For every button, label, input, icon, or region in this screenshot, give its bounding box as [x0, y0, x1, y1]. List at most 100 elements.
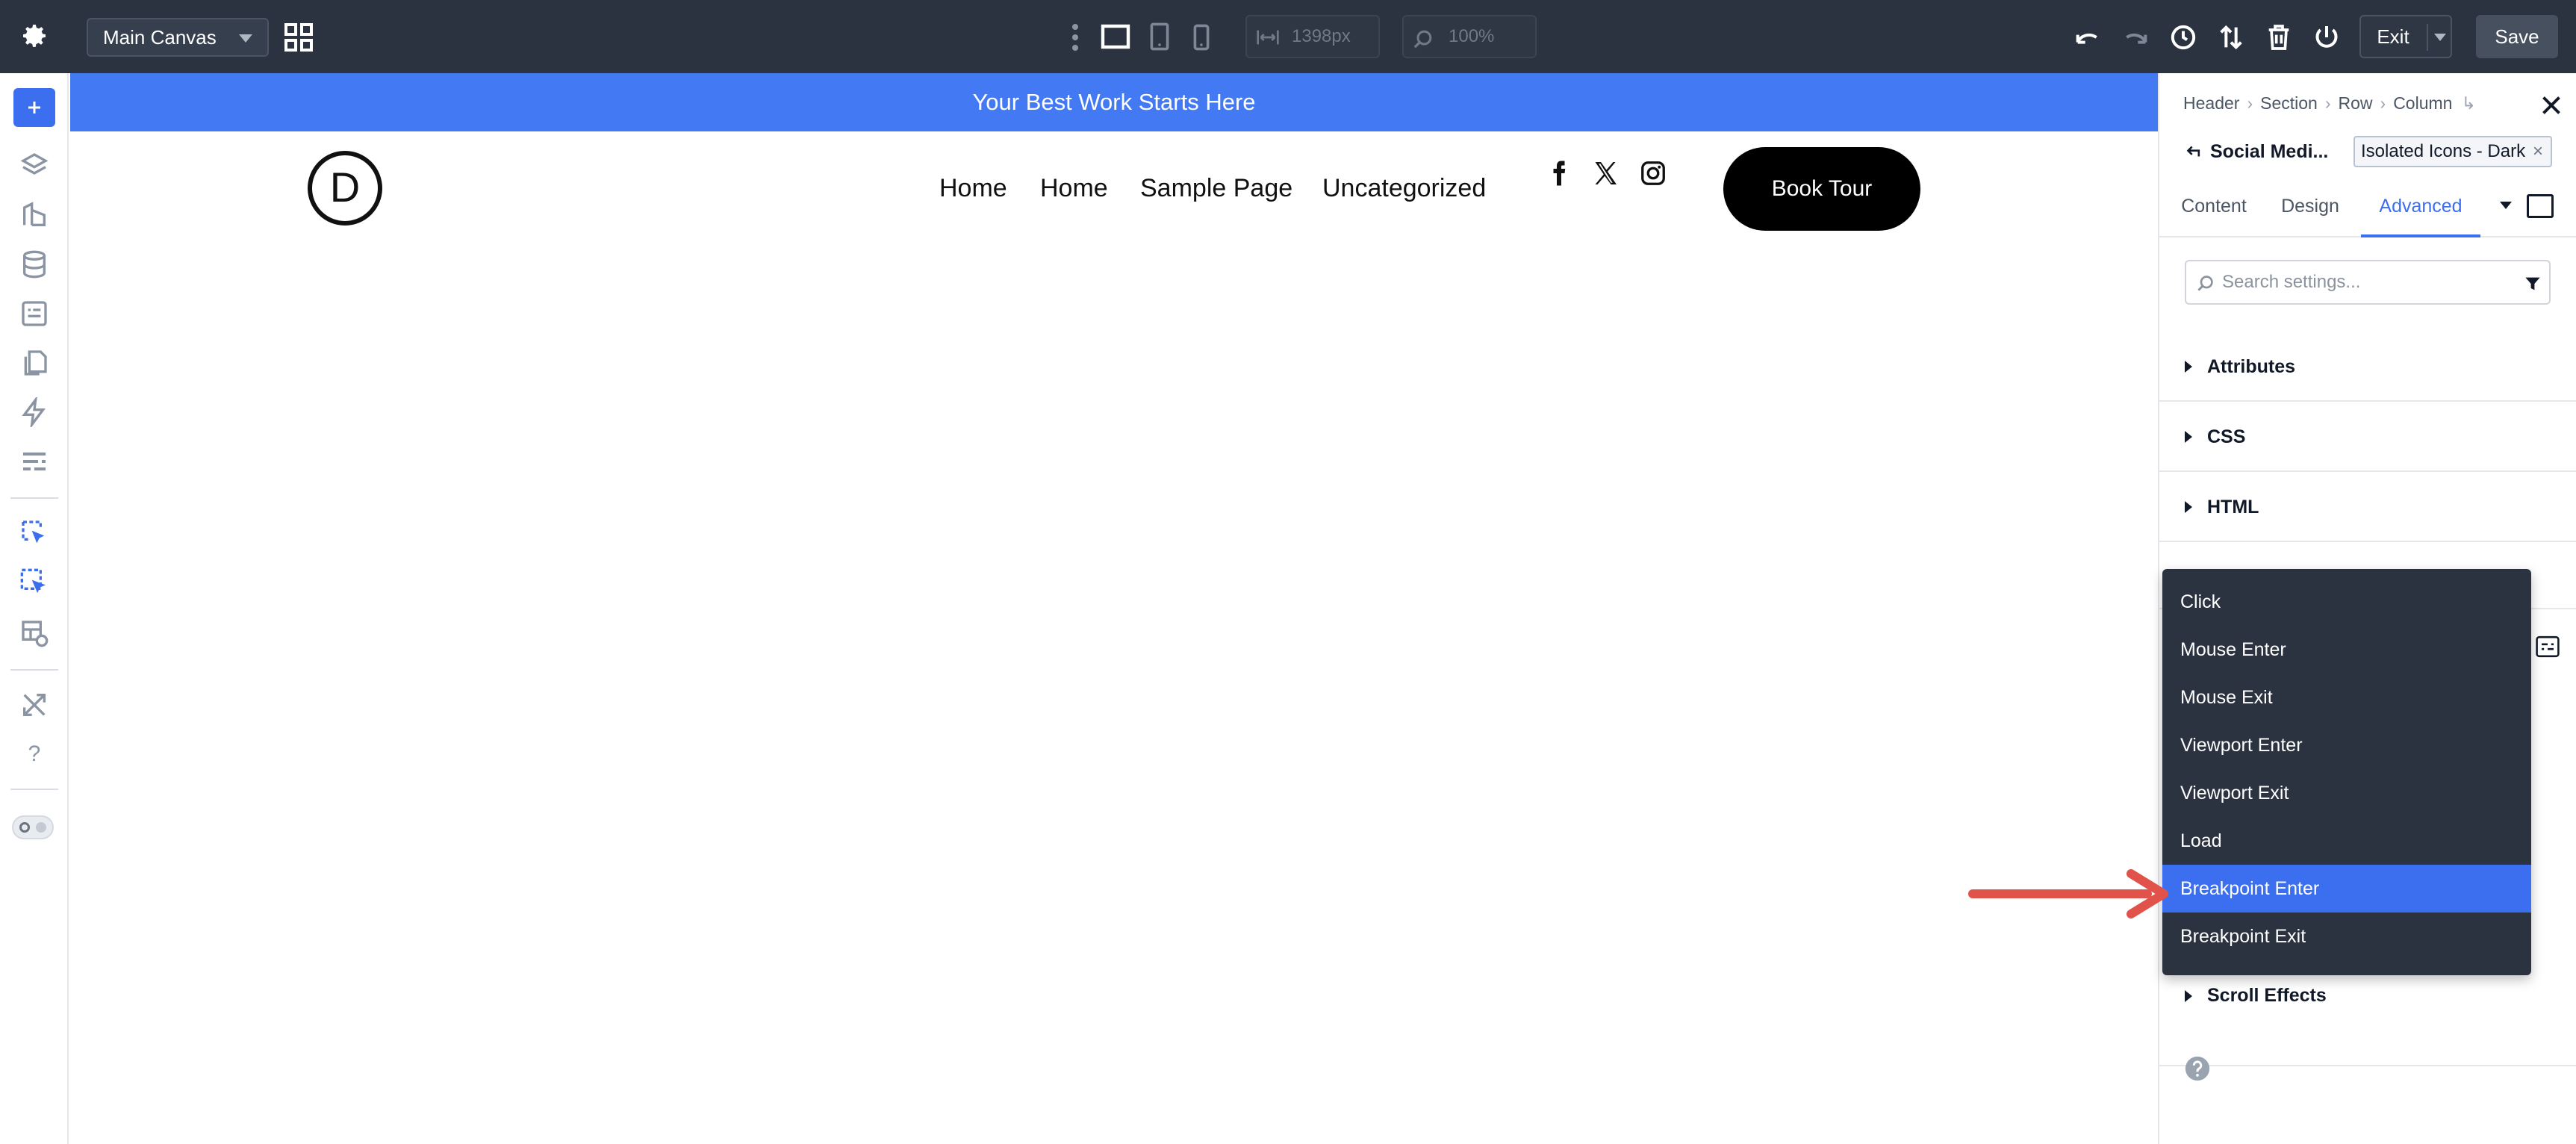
- annotation-arrow-icon: [1968, 869, 2168, 918]
- canvas-select[interactable]: Main Canvas: [87, 18, 269, 57]
- gear-icon[interactable]: [19, 21, 49, 51]
- section-html[interactable]: HTML: [2159, 472, 2576, 542]
- history-icon[interactable]: [2168, 22, 2198, 52]
- exit-button[interactable]: Exit: [2359, 15, 2452, 58]
- sidebar-divider: [10, 497, 58, 499]
- interactions-active-icon[interactable]: [19, 568, 49, 597]
- redo-icon[interactable]: [2121, 22, 2150, 52]
- caret-right-icon: [2185, 501, 2192, 513]
- nav-item-uncategorized[interactable]: Uncategorized: [1322, 169, 1486, 208]
- pages-icon[interactable]: [19, 348, 49, 378]
- more-options-icon[interactable]: [1071, 22, 1080, 52]
- layout-settings-icon[interactable]: [19, 447, 49, 476]
- power-icon[interactable]: [2312, 22, 2342, 52]
- tab-design[interactable]: Design: [2270, 185, 2351, 237]
- tab-content[interactable]: Content: [2173, 185, 2255, 237]
- chevron-right-icon: ›: [2324, 93, 2331, 113]
- help-icon[interactable]: [2185, 1056, 2210, 1081]
- desktop-view-icon[interactable]: [1101, 24, 1130, 49]
- tablet-view-icon[interactable]: [1150, 22, 1169, 51]
- return-arrow-icon[interactable]: ↳: [2461, 88, 2475, 118]
- trash-icon[interactable]: [2264, 22, 2294, 52]
- chevron-right-icon: ›: [2247, 93, 2253, 113]
- trigger-option-breakpoint-enter[interactable]: Breakpoint Enter: [2162, 865, 2531, 913]
- sidebar-divider: [10, 669, 58, 671]
- trigger-option-viewport-exit[interactable]: Viewport Exit: [2162, 769, 2531, 817]
- theme-builder-icon[interactable]: [19, 200, 49, 230]
- zoom-input[interactable]: 100%: [1402, 15, 1537, 58]
- facebook-icon[interactable]: [1546, 160, 1572, 187]
- trigger-option-mouse-enter[interactable]: Mouse Enter: [2162, 626, 2531, 674]
- trigger-option-mouse-exit[interactable]: Mouse Exit: [2162, 674, 2531, 721]
- breadcrumb-header[interactable]: Header: [2183, 88, 2239, 118]
- search-icon: [2197, 276, 2213, 291]
- undo-icon[interactable]: [2073, 22, 2103, 52]
- trigger-option-click[interactable]: Click: [2162, 578, 2531, 626]
- left-sidebar: ?: [0, 73, 69, 1144]
- canvas-width-input[interactable]: 1398px: [1245, 15, 1380, 58]
- caret-right-icon: [2185, 431, 2192, 443]
- close-icon[interactable]: [2540, 94, 2563, 116]
- phone-view-icon[interactable]: [1193, 24, 1210, 51]
- preset-tag-label: Isolated Icons - Dark: [2361, 141, 2526, 161]
- chevron-down-icon[interactable]: [2434, 34, 2446, 41]
- nav-item-sample-page[interactable]: Sample Page: [1140, 169, 1292, 208]
- search-input[interactable]: [2222, 267, 2506, 297]
- trigger-option-load[interactable]: Load: [2162, 817, 2531, 865]
- chevron-down-icon[interactable]: [2500, 202, 2512, 209]
- layers-icon[interactable]: [19, 151, 49, 181]
- database-icon[interactable]: [19, 249, 49, 279]
- tab-advanced[interactable]: Advanced: [2361, 185, 2480, 237]
- chevron-down-icon: [239, 34, 252, 43]
- instagram-icon[interactable]: [1640, 160, 1667, 187]
- import-export-icon[interactable]: [2216, 22, 2246, 52]
- caret-right-icon: [2185, 361, 2192, 373]
- module-header: Social Medi... Isolated Icons - Dark ×: [2183, 134, 2557, 169]
- trigger-option-breakpoint-exit[interactable]: Breakpoint Exit: [2162, 913, 2531, 960]
- section-scroll-effects[interactable]: Scroll Effects: [2159, 985, 2576, 1066]
- breadcrumb-row[interactable]: Row: [2339, 88, 2373, 118]
- trigger-option-viewport-enter[interactable]: Viewport Enter: [2162, 721, 2531, 769]
- settings-list-icon[interactable]: [2534, 635, 2561, 659]
- nav-item-home-2[interactable]: Home: [1040, 169, 1108, 208]
- lightning-icon[interactable]: [19, 397, 49, 427]
- section-css[interactable]: CSS: [2159, 402, 2576, 472]
- nav-item-home[interactable]: Home: [939, 169, 1007, 208]
- breadcrumb-column[interactable]: Column: [2393, 88, 2452, 118]
- section-label: Attributes: [2207, 356, 2296, 377]
- save-button[interactable]: Save: [2476, 15, 2558, 58]
- remove-preset-icon[interactable]: ×: [2533, 137, 2543, 166]
- moon-icon: [36, 822, 46, 833]
- canvas-width-value: 1398px: [1292, 26, 1351, 46]
- modules-library-icon[interactable]: [19, 299, 49, 329]
- grid-view-icon[interactable]: [284, 22, 314, 52]
- back-arrow-icon[interactable]: [2183, 142, 2203, 161]
- template-preview-icon[interactable]: [19, 618, 49, 648]
- tools-icon[interactable]: [19, 690, 49, 720]
- help-icon[interactable]: ?: [19, 739, 49, 769]
- module-name: Social Medi...: [2210, 141, 2329, 162]
- x-twitter-icon[interactable]: [1592, 160, 1619, 187]
- panel-tabs: Content Design Advanced: [2159, 185, 2576, 237]
- breadcrumb-section[interactable]: Section: [2260, 88, 2318, 118]
- exit-label: Exit: [2377, 25, 2409, 48]
- section-label: HTML: [2207, 497, 2259, 517]
- add-module-button[interactable]: [13, 88, 55, 127]
- chevron-right-icon: ›: [2380, 93, 2386, 113]
- preview-toggle-icon[interactable]: [2527, 194, 2554, 218]
- plus-icon: [28, 102, 40, 114]
- top-toolbar: Main Canvas 1398px 100% Exit Save: [0, 0, 2576, 73]
- sun-icon: [19, 822, 30, 833]
- dark-mode-toggle[interactable]: [12, 815, 54, 839]
- zoom-value: 100%: [1449, 26, 1495, 46]
- section-attributes[interactable]: Attributes: [2159, 332, 2576, 402]
- site-logo[interactable]: D: [308, 151, 382, 226]
- preset-tag[interactable]: Isolated Icons - Dark ×: [2353, 136, 2552, 167]
- filter-icon[interactable]: [2524, 275, 2542, 293]
- announcement-bar: Your Best Work Starts Here: [70, 73, 2158, 131]
- interactions-icon[interactable]: [19, 518, 49, 548]
- canvas-select-label: Main Canvas: [103, 26, 217, 49]
- trigger-dropdown: Click Mouse Enter Mouse Exit Viewport En…: [2162, 569, 2531, 975]
- book-tour-button[interactable]: Book Tour: [1723, 147, 1920, 231]
- breadcrumb: Header › Section › Row › Column ↳: [2183, 88, 2476, 118]
